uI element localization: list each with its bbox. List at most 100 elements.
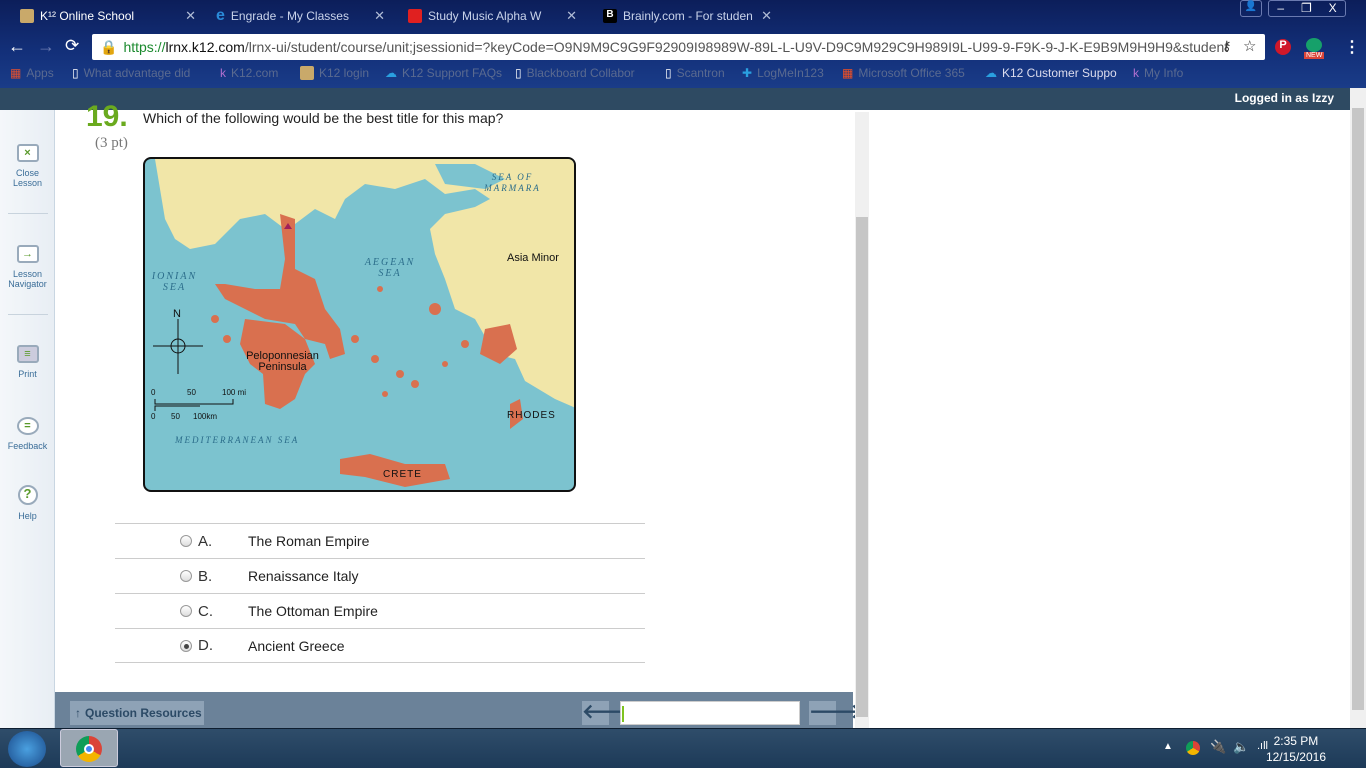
feedback-button[interactable]: = Feedback — [0, 417, 55, 451]
k12-icon: k — [1133, 66, 1139, 80]
tab-engrade[interactable]: e Engrade - My Classes ✕ — [208, 2, 393, 30]
speech-bubble-icon: = — [16, 417, 39, 435]
url-path: /lrnx-ui/student/course/unit;jsessionid=… — [244, 39, 1229, 55]
tab-title: Brainly.com - For studen — [623, 9, 753, 23]
reload-button[interactable]: ⟳ — [65, 36, 79, 56]
scrollbar-thumb[interactable] — [856, 217, 868, 717]
new-badge: NEW — [1304, 52, 1325, 59]
progress-fill — [622, 706, 624, 722]
arrow-up-icon: ↑ — [75, 706, 81, 720]
label-aegean-sea: AEGEAN SEA — [364, 257, 416, 279]
next-button[interactable]: 🡒 — [809, 701, 863, 725]
taskbar — [0, 728, 1366, 768]
close-window-button[interactable]: X — [1329, 1, 1337, 16]
bookmark[interactable]: ▯ Blackboard Collabor — [515, 66, 635, 80]
bookmark[interactable]: ☁ K12 Customer Suppo — [985, 66, 1117, 80]
lesson-navigator-button[interactable]: → Lesson Navigator — [0, 245, 55, 289]
answer-option-b[interactable]: B. Renaissance Italy — [115, 558, 645, 593]
lock-icon: 🔒 — [100, 38, 118, 55]
logged-in-label: Logged in as Izzy — [1234, 91, 1334, 105]
pinterest-icon[interactable]: P — [1275, 39, 1291, 55]
scale-label: 50 — [187, 388, 196, 397]
bookmark[interactable]: ▦ Microsoft Office 365 — [842, 66, 965, 80]
question-points: (3 pt) — [95, 135, 128, 151]
profile-button[interactable]: 👤 — [1240, 0, 1262, 17]
extension-icon[interactable] — [1306, 38, 1322, 52]
page-scrollbar[interactable] — [1350, 88, 1366, 728]
label-crete: CRETE — [383, 469, 422, 480]
scale-label: 100 mi — [222, 388, 247, 397]
bookmark-star-icon[interactable]: ☆ — [1243, 37, 1256, 55]
radio-a[interactable] — [180, 535, 192, 547]
bookmark[interactable]: ✚ LogMeIn123 — [742, 66, 824, 80]
close-tab-icon[interactable]: ✕ — [566, 8, 577, 24]
tab-k12[interactable]: K¹² Online School ✕ — [12, 2, 204, 30]
answer-option-d[interactable]: D. Ancient Greece — [115, 628, 645, 663]
radio-c[interactable] — [180, 605, 192, 617]
bookmark[interactable]: K12 login — [300, 66, 369, 80]
forward-button[interactable]: → — [37, 36, 55, 57]
navigator-icon: → — [16, 245, 39, 263]
previous-button[interactable]: 🡐 — [582, 701, 636, 725]
content-scrollbar[interactable] — [855, 112, 869, 728]
chrome-icon — [76, 736, 102, 762]
bookmark-apps[interactable]: ▦ Apps — [10, 66, 54, 80]
start-button[interactable] — [8, 731, 46, 767]
label-ionian-sea: IONIAN SEA — [151, 271, 198, 293]
radio-d[interactable] — [180, 639, 192, 652]
label-sea-of-marmara: SEA OF MARMARA — [484, 172, 541, 193]
restore-button[interactable]: ❐ — [1301, 1, 1312, 16]
scale-label: 50 — [171, 412, 180, 421]
clock[interactable]: 2:35 PM 12/15/2016 — [1266, 733, 1326, 765]
youtube-favicon-icon — [408, 9, 422, 23]
tray-expand-icon[interactable]: ▲ — [1163, 741, 1173, 752]
scrollbar-thumb[interactable] — [1352, 108, 1364, 710]
logmein-icon: ✚ — [742, 66, 753, 80]
question-text: Which of the following would be the best… — [143, 110, 504, 126]
question-resources-button[interactable]: ↑ Question Resources — [70, 701, 204, 725]
tray-chrome-icon[interactable] — [1186, 741, 1200, 755]
label-asia-minor: Asia Minor — [507, 252, 559, 264]
tab-title: K¹² Online School — [40, 9, 135, 23]
bookmark[interactable]: ▯ Scantron — [665, 66, 725, 80]
cloud-icon: ☁ — [385, 66, 397, 80]
page-icon: ▯ — [665, 66, 672, 80]
compass-rose-icon — [153, 319, 203, 374]
label-peloponnesian-peninsula: Peloponnesian Peninsula — [246, 350, 319, 373]
k12-favicon-icon — [20, 9, 34, 23]
answer-option-a[interactable]: A. The Roman Empire — [115, 523, 645, 558]
window-controls: – ❐ X — [1268, 0, 1346, 17]
bookmark[interactable]: ☁ K12 Support FAQs — [385, 66, 502, 80]
tab-music[interactable]: Study Music Alpha W ✕ — [400, 2, 585, 30]
page-icon: ▯ — [515, 66, 522, 80]
menu-icon[interactable]: ⋮ — [1344, 37, 1360, 57]
radio-b[interactable] — [180, 570, 192, 582]
print-button[interactable]: ≡ Print — [0, 345, 55, 379]
close-lesson-button[interactable]: × Close Lesson — [0, 144, 55, 188]
volume-icon[interactable]: 🔈 — [1233, 739, 1249, 755]
close-tab-icon[interactable]: ✕ — [374, 8, 385, 24]
bookmark[interactable]: k K12.com — [220, 66, 278, 80]
k12-icon: k — [220, 66, 226, 80]
help-icon: ? — [17, 485, 38, 505]
label-mediterranean-sea: MEDITERRANEAN SEA — [175, 435, 300, 445]
scale-label: 0 — [151, 388, 156, 397]
page-header — [0, 88, 1350, 110]
close-tab-icon[interactable]: ✕ — [761, 8, 772, 24]
help-button[interactable]: ? Help — [0, 485, 55, 521]
power-icon[interactable]: 🔌 — [1210, 739, 1226, 755]
tab-brainly[interactable]: B Brainly.com - For studen ✕ — [595, 2, 780, 30]
map-image: SEA OF MARMARA AEGEAN SEA IONIAN SEA Asi… — [143, 157, 576, 492]
address-bar[interactable]: 🔒 https://lrnx.k12.com/lrnx-ui/student/co… — [92, 34, 1265, 60]
bookmark[interactable]: k My Info — [1133, 66, 1183, 80]
progress-bar — [620, 701, 800, 725]
bookmark[interactable]: ▯ What advantage did — [72, 66, 190, 80]
back-button[interactable]: ← — [8, 36, 26, 57]
answer-option-c[interactable]: C. The Ottoman Empire — [115, 593, 645, 628]
taskbar-chrome[interactable] — [60, 729, 118, 767]
printer-icon: ≡ — [16, 345, 39, 363]
close-tab-icon[interactable]: ✕ — [185, 8, 196, 24]
minimize-button[interactable]: – — [1277, 1, 1284, 16]
key-icon[interactable]: ⚷ — [1222, 38, 1232, 54]
cloud-icon: ☁ — [985, 66, 997, 80]
